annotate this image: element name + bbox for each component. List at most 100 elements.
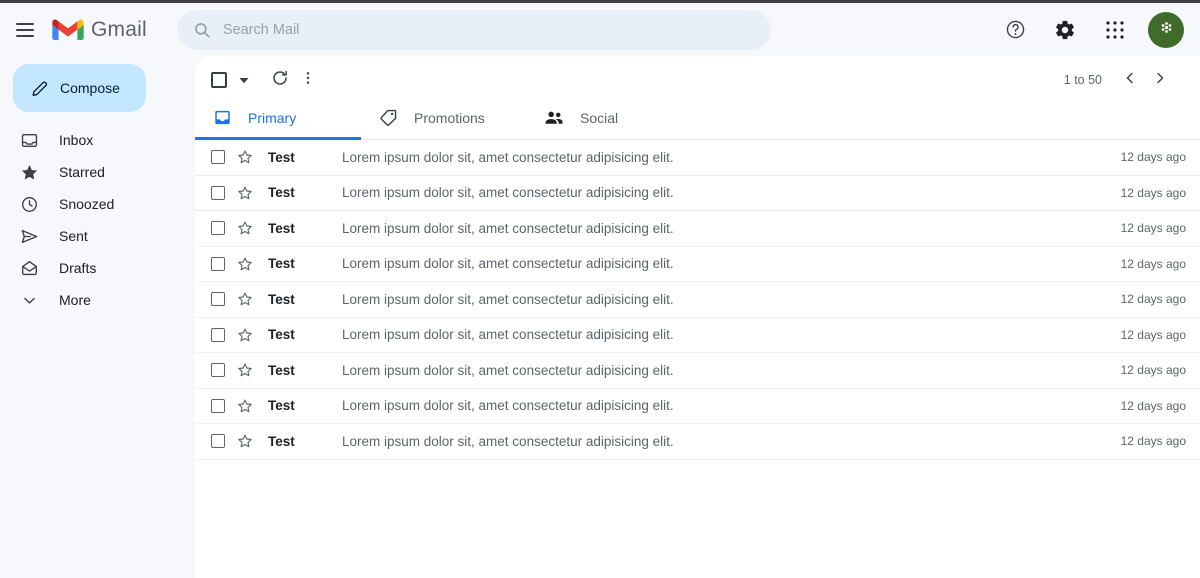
pager-prev-button[interactable] bbox=[1116, 66, 1144, 94]
search-bar[interactable] bbox=[176, 9, 771, 50]
row-date: 12 days ago bbox=[1120, 398, 1186, 413]
row-subject: Lorem ipsum dolor sit, amet consectetur … bbox=[342, 256, 674, 272]
row-date: 12 days ago bbox=[1120, 221, 1186, 236]
row-subject: Lorem ipsum dolor sit, amet consectetur … bbox=[342, 433, 674, 449]
tab-primary[interactable]: Primary bbox=[195, 96, 361, 140]
row-sender: Test bbox=[268, 398, 295, 414]
row-date: 12 days ago bbox=[1120, 292, 1186, 307]
chevron-left-icon bbox=[1122, 70, 1138, 91]
row-select-checkbox[interactable] bbox=[211, 434, 225, 449]
sidebar-item-snoozed[interactable]: Snoozed bbox=[0, 188, 192, 220]
star-icon[interactable] bbox=[236, 148, 254, 166]
row-subject: Lorem ipsum dolor sit, amet consectetur … bbox=[342, 398, 674, 414]
inbox-tab-icon bbox=[212, 108, 232, 128]
row-date: 12 days ago bbox=[1120, 256, 1186, 271]
tab-label: Social bbox=[580, 109, 619, 126]
compose-button[interactable]: Compose bbox=[13, 64, 146, 112]
sidebar-item-sent[interactable]: Sent bbox=[0, 220, 192, 252]
row-subject: Lorem ipsum dolor sit, amet consectetur … bbox=[342, 220, 674, 236]
star-icon[interactable] bbox=[236, 397, 254, 415]
brand-title: Gmail bbox=[91, 17, 147, 41]
row-select-checkbox[interactable] bbox=[211, 327, 225, 342]
table-row[interactable]: Test Lorem ipsum dolor sit, amet consect… bbox=[195, 211, 1200, 247]
sidebar-item-more[interactable]: More bbox=[0, 284, 192, 316]
sidebar-item-drafts[interactable]: Drafts bbox=[0, 252, 192, 284]
tab-promotions[interactable]: Promotions bbox=[361, 96, 527, 139]
sidebar-row-drafts: Drafts bbox=[0, 252, 195, 284]
table-row[interactable]: Test Lorem ipsum dolor sit, amet consect… bbox=[195, 317, 1200, 353]
select-all-checkbox[interactable] bbox=[211, 72, 227, 88]
hamburger-icon[interactable] bbox=[16, 19, 38, 41]
table-row[interactable]: Test Lorem ipsum dolor sit, amet consect… bbox=[195, 246, 1200, 282]
search-icon bbox=[193, 21, 211, 39]
sidebar-item-label: Snoozed bbox=[59, 196, 115, 212]
table-row[interactable]: Test Lorem ipsum dolor sit, amet consect… bbox=[195, 282, 1200, 318]
apps-button[interactable] bbox=[1098, 13, 1132, 47]
sidebar-item-label: Starred bbox=[59, 164, 105, 180]
star-icon[interactable] bbox=[236, 290, 254, 308]
people-icon bbox=[544, 108, 564, 128]
table-row[interactable]: Test Lorem ipsum dolor sit, amet consect… bbox=[195, 424, 1200, 460]
mail-toolbar: 1 to 50 bbox=[195, 56, 1200, 96]
row-select-checkbox[interactable] bbox=[211, 150, 225, 165]
sidebar-item-label: Drafts bbox=[59, 260, 97, 276]
table-row[interactable]: Test Lorem ipsum dolor sit, amet consect… bbox=[195, 140, 1200, 176]
select-dropdown-caret[interactable] bbox=[233, 69, 255, 91]
clock-icon bbox=[19, 194, 39, 214]
mail-pager: 1 to 50 bbox=[1064, 66, 1188, 94]
tab-social[interactable]: Social bbox=[527, 96, 693, 139]
row-sender: Test bbox=[268, 433, 295, 449]
star-icon[interactable] bbox=[236, 219, 254, 237]
settings-button[interactable] bbox=[1048, 13, 1082, 47]
tab-label: Promotions bbox=[414, 109, 485, 126]
row-select-checkbox[interactable] bbox=[211, 398, 225, 413]
search-input[interactable] bbox=[222, 21, 755, 38]
row-select-checkbox[interactable] bbox=[211, 221, 225, 236]
star-icon[interactable] bbox=[236, 255, 254, 273]
table-row[interactable]: Test Lorem ipsum dolor sit, amet consect… bbox=[195, 175, 1200, 211]
row-select-checkbox[interactable] bbox=[211, 292, 225, 307]
row-date: 12 days ago bbox=[1120, 327, 1186, 342]
sidebar-nav: Inbox Starred Snoozed Sent Drafts More bbox=[0, 124, 195, 316]
chevron-right-icon bbox=[1152, 70, 1168, 91]
email-list: Test Lorem ipsum dolor sit, amet consect… bbox=[195, 140, 1200, 578]
inbox-category-tabs: Primary Promotions Social bbox=[195, 96, 1200, 140]
row-select-checkbox[interactable] bbox=[211, 256, 225, 271]
help-circle-icon bbox=[1005, 19, 1026, 40]
avatar[interactable] bbox=[1148, 11, 1184, 48]
tab-label: Primary bbox=[248, 109, 297, 126]
gear-icon bbox=[1054, 19, 1076, 41]
help-button[interactable] bbox=[998, 13, 1032, 47]
row-sender: Test bbox=[268, 362, 295, 378]
refresh-button[interactable] bbox=[267, 67, 293, 93]
star-filled-icon bbox=[19, 162, 39, 182]
grid-apps-icon bbox=[1105, 20, 1125, 40]
app-body: Compose Inbox Starred Snoozed Sent Draft… bbox=[0, 56, 1200, 578]
sidebar: Compose Inbox Starred Snoozed Sent Draft… bbox=[0, 56, 195, 578]
row-sender: Test bbox=[268, 220, 295, 236]
sidebar-item-label: Sent bbox=[59, 228, 88, 244]
app-header: Gmail bbox=[0, 3, 1200, 56]
star-icon[interactable] bbox=[236, 184, 254, 202]
row-date: 12 days ago bbox=[1120, 150, 1186, 165]
table-row[interactable]: Test Lorem ipsum dolor sit, amet consect… bbox=[195, 353, 1200, 389]
gmail-brand[interactable]: Gmail bbox=[52, 18, 147, 42]
sidebar-item-inbox[interactable]: Inbox bbox=[0, 124, 192, 156]
pager-next-button[interactable] bbox=[1146, 66, 1174, 94]
table-row[interactable]: Test Lorem ipsum dolor sit, amet consect… bbox=[195, 388, 1200, 424]
star-icon[interactable] bbox=[236, 432, 254, 450]
compose-label: Compose bbox=[60, 80, 120, 96]
sidebar-row-sent: Sent bbox=[0, 220, 195, 252]
star-icon[interactable] bbox=[236, 326, 254, 344]
mail-toolbar-left bbox=[211, 67, 321, 93]
gmail-app-window: Gmail Search Mail Compose Inbox Starred … bbox=[0, 0, 1200, 578]
row-sender: Test bbox=[268, 149, 295, 165]
more-options-button[interactable] bbox=[295, 67, 321, 93]
sidebar-item-starred[interactable]: Starred bbox=[0, 156, 192, 188]
row-select-checkbox[interactable] bbox=[211, 363, 225, 378]
row-select-checkbox[interactable] bbox=[211, 185, 225, 200]
row-subject: Lorem ipsum dolor sit, amet consectetur … bbox=[342, 149, 674, 165]
row-date: 12 days ago bbox=[1120, 363, 1186, 378]
row-sender: Test bbox=[268, 291, 295, 307]
star-icon[interactable] bbox=[236, 361, 254, 379]
